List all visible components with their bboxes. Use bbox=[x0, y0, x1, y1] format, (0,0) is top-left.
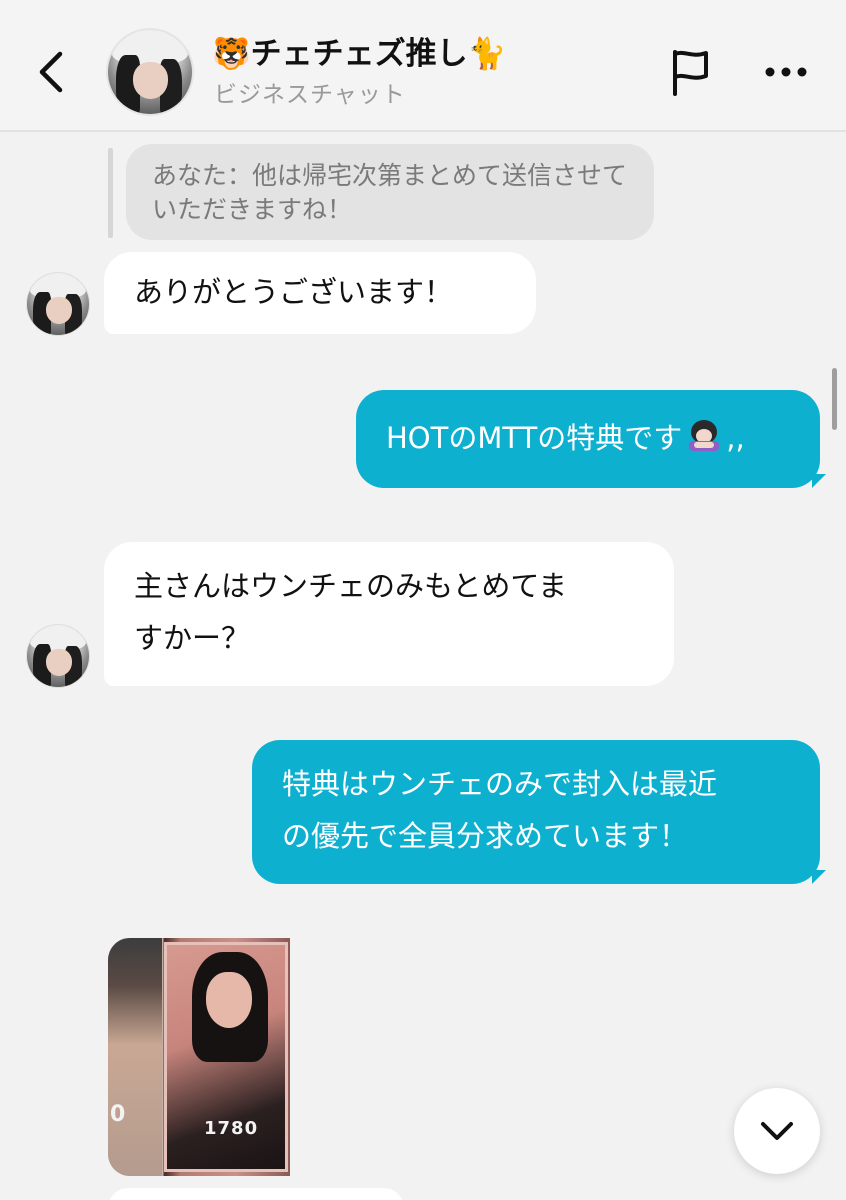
bubble-tail bbox=[812, 474, 826, 488]
photo-number-label: 1780 bbox=[204, 1118, 259, 1139]
chevron-down-icon bbox=[761, 1122, 793, 1140]
incoming-message[interactable]: ありがとうございます！ bbox=[104, 252, 536, 334]
reply-quote[interactable]: あなた：他は帰宅次第まとめて送信させていただきますね！ bbox=[126, 144, 654, 240]
sender-avatar[interactable] bbox=[26, 624, 90, 688]
message-text-line: 特典はウンチェのみで封入は最近 bbox=[282, 767, 718, 801]
scroll-to-bottom-button[interactable] bbox=[734, 1088, 820, 1174]
bubble-tail bbox=[812, 870, 826, 884]
incoming-message[interactable]: 主さんはウンチェのみもとめてま すかー？ bbox=[104, 542, 674, 686]
photo-message[interactable]: 0 1780 bbox=[108, 938, 290, 1176]
report-button[interactable] bbox=[664, 44, 716, 100]
outgoing-message[interactable]: HOTのMTTの特典です ,, bbox=[356, 390, 820, 488]
message-text-line: の優先で全員分求めています！ bbox=[282, 819, 689, 853]
chat-type-label: ビジネスチャット bbox=[214, 82, 406, 108]
message-text-line: 主さんはウンチェのみもとめてま bbox=[134, 569, 567, 603]
message-text: ありがとうございます！ bbox=[134, 275, 454, 309]
chat-header: 🐯チェチェズ推し🐈 ビジネスチャット bbox=[0, 0, 846, 132]
message-suffix: ,, bbox=[726, 421, 745, 455]
incoming-message-partial[interactable] bbox=[108, 1188, 404, 1200]
sender-avatar[interactable] bbox=[26, 272, 90, 336]
contact-name[interactable]: 🐯チェチェズ推し🐈 bbox=[212, 28, 506, 73]
ellipsis-icon bbox=[765, 67, 807, 77]
chevron-left-icon bbox=[39, 51, 63, 93]
outgoing-message[interactable]: 特典はウンチェのみで封入は最近 の優先で全員分求めています！ bbox=[252, 740, 820, 884]
flag-icon bbox=[673, 50, 708, 96]
contact-avatar[interactable] bbox=[106, 28, 194, 116]
scrollbar[interactable] bbox=[832, 368, 837, 430]
message-text: HOTのMTTの特典です bbox=[386, 421, 683, 455]
person-bowing-emoji-icon bbox=[682, 414, 726, 452]
more-options-button[interactable] bbox=[760, 50, 812, 94]
reply-quote-bar bbox=[108, 148, 113, 238]
photo-partial-label: 0 bbox=[110, 1102, 126, 1127]
back-button[interactable] bbox=[26, 42, 76, 102]
message-text-line: すかー？ bbox=[134, 621, 251, 655]
